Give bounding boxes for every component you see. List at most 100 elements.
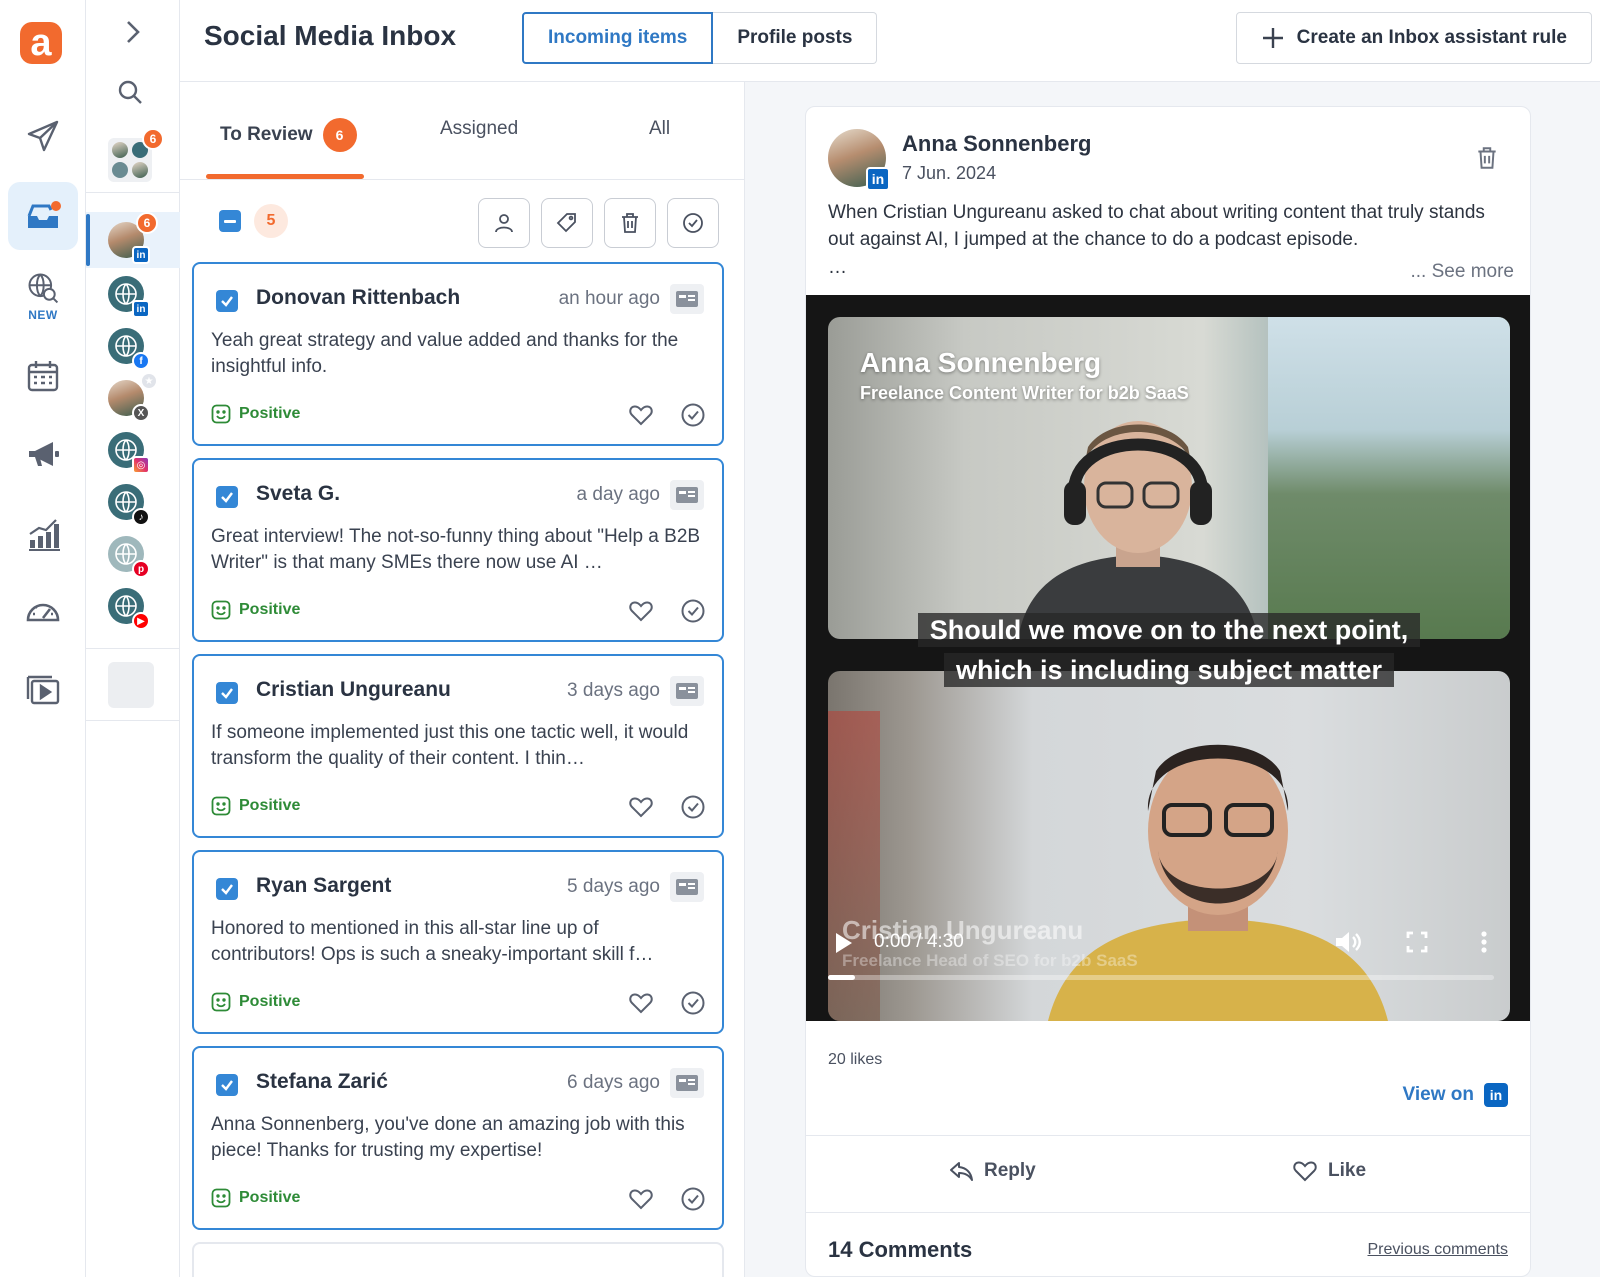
video-progress-bar[interactable] [828, 975, 1494, 980]
mark-done-button[interactable] [667, 198, 719, 248]
page-title: Social Media Inbox [204, 20, 457, 51]
check-circle-icon[interactable] [680, 598, 706, 624]
heart-icon[interactable] [628, 598, 654, 624]
view-switcher: Incoming items Profile posts [522, 12, 878, 64]
active-tab-indicator [206, 174, 364, 179]
play-icon[interactable] [834, 931, 854, 955]
megaphone-icon [29, 442, 59, 466]
video-controls: 0:00 / 4:30 [806, 915, 1530, 975]
check-circle-icon[interactable] [680, 402, 706, 428]
caption-line-2: which is including subject matter [806, 653, 1530, 687]
inbox-item[interactable]: Sveta G. a day ago Great interview! The … [192, 458, 724, 642]
account-tiktok[interactable]: ♪ [108, 484, 150, 526]
inbox-item-partial[interactable] [192, 1242, 724, 1277]
search-icon[interactable] [116, 78, 144, 106]
comment-type-icon [670, 284, 704, 314]
tab-all[interactable]: All [649, 118, 670, 140]
item-checkbox[interactable] [216, 682, 238, 704]
nav-inbox[interactable] [8, 182, 78, 250]
account-x[interactable]: X ★ [108, 374, 156, 422]
post-author[interactable]: Anna Sonnenberg [902, 131, 1091, 157]
sentiment-badge: Positive [211, 992, 300, 1012]
inbox-icon [27, 201, 61, 228]
app-logo[interactable]: a [20, 22, 62, 64]
assign-button[interactable] [478, 198, 530, 248]
all-accounts-group[interactable]: 6 [108, 128, 164, 182]
tab-profile-posts[interactable]: Profile posts [713, 12, 878, 64]
create-rule-button[interactable]: Create an Inbox assistant rule [1235, 12, 1592, 64]
account-youtube[interactable]: ▶ [108, 588, 150, 630]
post-text: When Cristian Ungureanu asked to chat ab… [828, 202, 1485, 250]
item-checkbox[interactable] [216, 290, 238, 312]
view-on-label: View on [1402, 1084, 1474, 1105]
comment-type-icon [670, 872, 704, 902]
trash-icon[interactable] [1474, 145, 1500, 171]
inbox-list: To Review 6 Assigned All 5 Donovan Ritte… [180, 82, 745, 1277]
more-options-icon[interactable] [1474, 927, 1494, 957]
heart-icon[interactable] [628, 990, 654, 1016]
nav-ads[interactable] [8, 420, 78, 488]
nav-analytics[interactable] [8, 500, 78, 568]
account-facebook[interactable]: f [108, 328, 150, 370]
tab-assigned[interactable]: Assigned [440, 118, 518, 140]
nav-dashboard[interactable] [8, 578, 78, 646]
item-checkbox[interactable] [216, 486, 238, 508]
speaker-figure [1018, 421, 1258, 639]
select-all-checkbox[interactable] [219, 210, 241, 232]
tab-to-review[interactable]: To Review 6 [220, 118, 357, 152]
like-button[interactable]: Like [1292, 1158, 1366, 1184]
comment-type-icon [670, 1068, 704, 1098]
item-author: Stefana Zarić [256, 1070, 388, 1093]
inbox-item[interactable]: Donovan Rittenbach an hour ago Yeah grea… [192, 262, 724, 446]
tag-button[interactable] [541, 198, 593, 248]
account-count-badge: 6 [136, 212, 158, 234]
nav-social-listening[interactable]: NEW [8, 262, 78, 330]
tab-incoming-items[interactable]: Incoming items [522, 12, 714, 64]
account-pinterest[interactable]: p [108, 536, 150, 578]
heart-icon[interactable] [628, 794, 654, 820]
nav-calendar[interactable] [8, 342, 78, 410]
sentiment-label: Positive [239, 797, 301, 814]
tiktok-icon: ♪ [132, 508, 150, 526]
to-review-count-badge: 6 [322, 118, 357, 152]
item-checkbox[interactable] [216, 1074, 238, 1096]
review-tabs: To Review 6 Assigned All [180, 82, 744, 180]
inbox-item[interactable]: Ryan Sargent 5 days ago Honored to menti… [192, 850, 724, 1034]
instagram-icon: ◎ [132, 456, 150, 474]
item-time: a day ago [576, 484, 660, 505]
inbox-item[interactable]: Cristian Ungureanu 3 days ago If someone… [192, 654, 724, 838]
inbox-item[interactable]: Stefana Zarić 6 days ago Anna Sonnenberg… [192, 1046, 724, 1230]
comment-type-icon [670, 676, 704, 706]
item-time: 6 days ago [567, 1072, 660, 1093]
facebook-icon: f [132, 352, 150, 370]
view-on-linkedin-link[interactable]: View on in [1403, 1083, 1508, 1107]
video-player[interactable]: Anna Sonnenberg Freelance Content Writer… [806, 295, 1530, 1021]
author-avatar: in [828, 129, 890, 191]
check-circle-icon[interactable] [680, 990, 706, 1016]
delete-button[interactable] [604, 198, 656, 248]
reply-button[interactable]: Reply [948, 1158, 1036, 1184]
volume-icon[interactable] [1332, 927, 1362, 957]
account-linkedin-page[interactable]: in [108, 276, 150, 318]
chevron-right-icon[interactable] [114, 14, 150, 50]
nav-publish[interactable] [8, 102, 78, 170]
video-progress-fill [828, 975, 855, 980]
smile-icon [211, 1188, 231, 1208]
previous-comments-link[interactable]: Previous comments [1368, 1241, 1509, 1259]
caption-text: Should we move on to the next point, [917, 613, 1421, 647]
item-author: Sveta G. [256, 482, 341, 505]
page-header: Social Media Inbox Incoming items Profil… [180, 0, 1600, 82]
account-linkedin-profile[interactable]: in 6 [86, 212, 158, 266]
account-instagram[interactable]: ◎ [108, 432, 150, 474]
check-circle-icon[interactable] [680, 1186, 706, 1212]
calendar-icon [27, 361, 59, 392]
sentiment-label: Positive [239, 993, 301, 1010]
nav-media-library[interactable] [8, 656, 78, 724]
heart-icon[interactable] [628, 402, 654, 428]
heart-icon[interactable] [628, 1186, 654, 1212]
check-circle-icon[interactable] [680, 794, 706, 820]
item-checkbox[interactable] [216, 878, 238, 900]
plus-icon [1262, 28, 1283, 48]
fullscreen-icon[interactable] [1402, 927, 1432, 957]
see-more-link[interactable]: ... See more [1411, 261, 1515, 283]
